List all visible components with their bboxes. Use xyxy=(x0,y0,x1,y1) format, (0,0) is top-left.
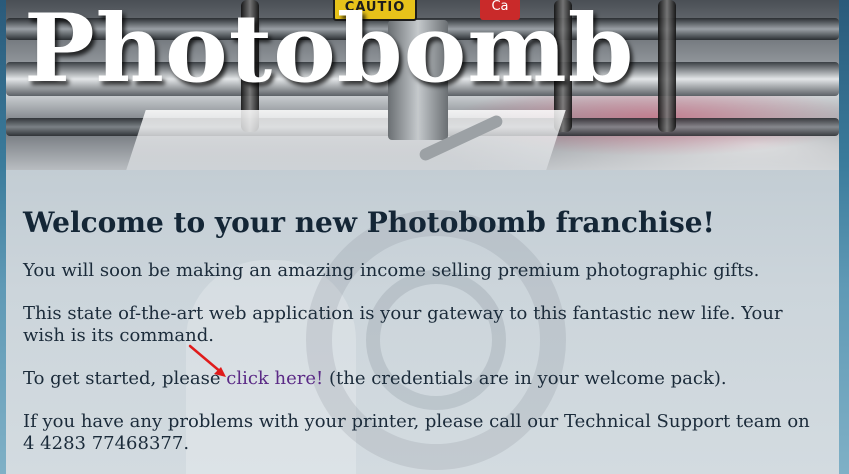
intro-paragraph: You will soon be making an amazing incom… xyxy=(23,260,760,281)
click-here-link[interactable]: click here! xyxy=(226,368,323,389)
site-title: Photobomb xyxy=(24,0,635,104)
description-paragraph: This state of-the-art web application is… xyxy=(23,303,783,346)
get-started-paragraph: To get started, please click here! (the … xyxy=(23,368,813,390)
roller-ring xyxy=(658,0,676,132)
red-arrow-icon xyxy=(188,344,226,377)
header-banner: CAUTIO Ca Photobomb xyxy=(6,0,839,170)
credentials-note: (the credentials are in your welcome pac… xyxy=(323,368,727,389)
support-paragraph: If you have any problems with your print… xyxy=(23,411,810,454)
main-content: Welcome to your new Photobomb franchise!… xyxy=(23,170,813,455)
content-panel: Welcome to your new Photobomb franchise!… xyxy=(6,170,839,474)
page-heading: Welcome to your new Photobomb franchise! xyxy=(23,206,715,239)
